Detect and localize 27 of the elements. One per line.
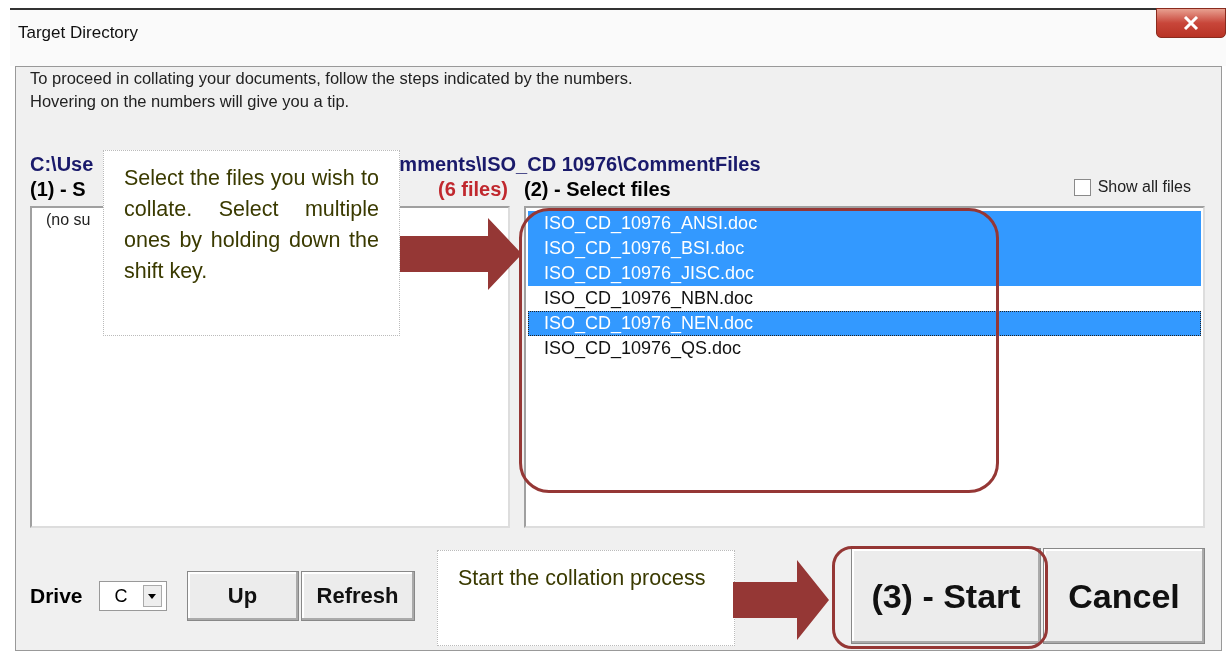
arrow-icon xyxy=(400,218,522,290)
start-button[interactable]: (3) - Start xyxy=(851,548,1041,644)
caret-icon xyxy=(148,593,157,599)
step-label: (1) - S xyxy=(30,178,86,201)
drive-dropdown[interactable]: C xyxy=(98,581,167,611)
file-count: (6 files) xyxy=(437,178,508,201)
path-text: mments\ISO_CD 10976\CommentFiles xyxy=(399,153,761,176)
drive-label: Drive xyxy=(30,584,83,608)
hint-tooltip: Select the files you wish to collate. Select multiple ones by holding down the shift key. xyxy=(103,150,400,336)
up-button[interactable]: Up xyxy=(186,571,299,621)
file-item[interactable]: ISO_CD_10976_NBN.doc xyxy=(528,286,1201,311)
checkbox[interactable] xyxy=(1073,178,1091,196)
cancel-button[interactable]: Cancel xyxy=(1043,548,1205,644)
file-list[interactable]: ISO_CD_10976_ANSI.doc ISO_CD_10976_BSI.doc ISO_CD_10976_JISC.doc ISO_CD_10976_NBN.doc ISO_CD_10976_NEN.doc ISO_CD_10976_QS.doc xyxy=(524,206,1205,528)
checkbox-label: Show all files xyxy=(1097,178,1191,196)
step-label: (2) - Select files xyxy=(524,178,671,201)
close-icon xyxy=(1183,16,1199,30)
window-title: Target Directory xyxy=(18,23,138,43)
refresh-button[interactable]: Refresh xyxy=(300,571,415,621)
arrow-icon xyxy=(733,560,829,640)
path-text: C:\Use xyxy=(30,153,94,176)
instruction-text: Hovering on the numbers will give you a tip. xyxy=(30,91,351,112)
instruction-text: To proceed in collating your documents, follow the steps indicated by the numbers. xyxy=(30,68,634,89)
hint-tooltip: Start the collation process xyxy=(437,550,735,646)
file-item[interactable]: ISO_CD_10976_QS.doc xyxy=(528,336,1201,361)
close-button[interactable] xyxy=(1156,8,1226,38)
list-item[interactable]: (no su xyxy=(46,211,91,229)
